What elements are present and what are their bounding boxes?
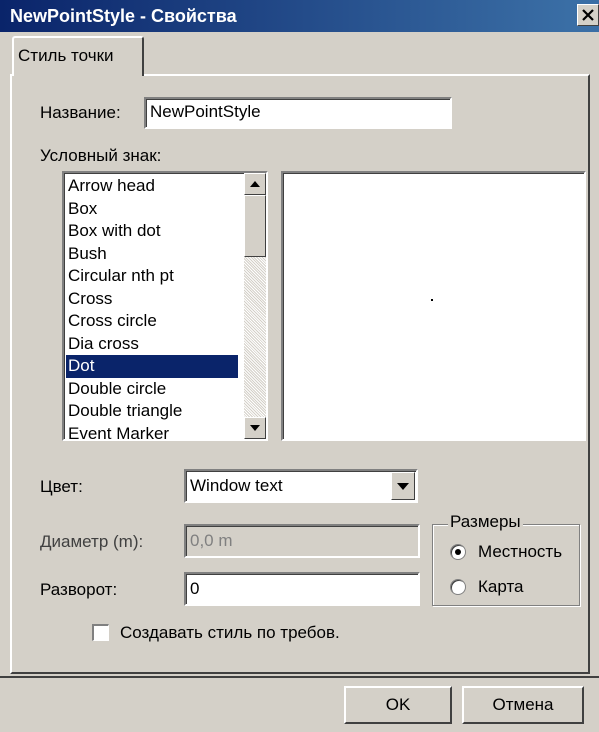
diameter-input[interactable]: 0,0 m [184,524,420,558]
radio-map-label[interactable]: Карта [478,577,524,597]
color-dropdown-button[interactable] [391,472,415,500]
list-item[interactable]: Double circle [66,378,238,401]
list-item[interactable]: Box with dot [66,220,238,243]
list-item[interactable]: Box [66,198,238,221]
scroll-thumb[interactable] [244,195,266,257]
radio-terrain-label[interactable]: Местность [478,542,562,562]
close-button[interactable] [577,4,599,26]
symbol-preview [281,171,586,441]
symbol-listbox[interactable]: Arrow head Box Box with dot Bush Circular nt… [62,171,268,441]
name-label: Название: [40,103,121,122]
color-label: Цвет: [40,477,83,496]
list-item[interactable]: Cross [66,288,238,311]
arrow-down-icon [250,425,260,431]
create-on-demand-checkbox[interactable] [92,624,109,641]
cancel-button[interactable]: Отмена [462,686,584,724]
tab-point-style[interactable]: Стиль точки [12,36,144,76]
list-item[interactable]: Dia cross [66,333,238,356]
name-input[interactable]: NewPointStyle [144,97,452,129]
arrow-up-icon [250,181,260,187]
list-item[interactable]: Arrow head [66,175,238,198]
color-select-value: Window text [190,476,283,495]
close-icon [582,9,594,21]
rotation-input[interactable]: 0 [184,572,420,606]
list-item[interactable]: Double triangle [66,400,238,423]
diameter-input-value: 0,0 m [190,531,233,550]
window-title: NewPointStyle - Свойства [10,6,237,26]
ok-button[interactable]: OK [344,686,452,724]
symbol-scrollbar[interactable] [244,173,266,439]
radio-map[interactable] [450,579,466,595]
preview-symbol [431,299,433,301]
color-select[interactable]: Window text [184,469,418,503]
scroll-down-button[interactable] [244,417,266,439]
sizes-group-title: Размеры [448,512,523,532]
symbol-list: Arrow head Box Box with dot Bush Circular nt… [66,175,238,440]
tab-label: Стиль точки [18,46,114,65]
rotation-input-value: 0 [190,579,200,598]
chevron-down-icon [397,482,409,490]
properties-dialog: NewPointStyle - Свойства Стиль точки Наз… [0,0,599,732]
rotation-label: Разворот: [40,580,118,599]
symbol-label: Условный знак: [40,146,162,165]
diameter-label: Диаметр (m): [40,532,144,551]
create-on-demand-label[interactable]: Создавать стиль по требов. [120,623,340,643]
name-input-value: NewPointStyle [150,102,261,121]
list-item[interactable]: Dot [66,355,238,378]
list-item[interactable]: Cross circle [66,310,238,333]
scroll-up-button[interactable] [244,173,266,195]
radio-terrain[interactable] [450,544,466,560]
list-item[interactable]: Event Marker [66,423,238,440]
radio-selected-dot [455,549,461,555]
button-bar-separator [0,676,599,678]
list-item[interactable]: Bush [66,243,238,266]
list-item[interactable]: Circular nth pt [66,265,238,288]
title-bar[interactable]: NewPointStyle - Свойства [0,0,599,32]
